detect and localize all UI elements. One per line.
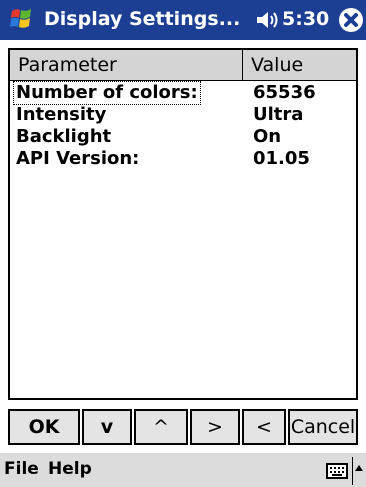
table-row[interactable]: API Version: 01.05 bbox=[10, 148, 356, 170]
title-bar: Display Settings... 5:30 bbox=[0, 0, 366, 40]
close-circle-icon[interactable] bbox=[338, 7, 364, 33]
prev-button[interactable]: < bbox=[242, 409, 286, 445]
up-button[interactable]: ^ bbox=[134, 409, 188, 445]
button-bar: OK v ^ > < Cancel bbox=[8, 409, 358, 449]
parameter-cell: API Version: bbox=[16, 148, 140, 169]
clock[interactable]: 5:30 bbox=[282, 8, 329, 30]
parameter-cell: Number of colors: bbox=[13, 81, 201, 105]
speaker-icon[interactable] bbox=[255, 9, 279, 31]
parameter-cell: Intensity bbox=[16, 104, 107, 125]
table-header: Parameter Value bbox=[10, 50, 356, 81]
value-cell: 65536 bbox=[253, 82, 316, 103]
next-button[interactable]: > bbox=[190, 409, 240, 445]
keyboard-icon[interactable] bbox=[326, 462, 348, 480]
chevron-up-icon[interactable] bbox=[354, 463, 364, 473]
sip-divider bbox=[352, 457, 353, 485]
menu-bar: File Help bbox=[0, 451, 366, 487]
value-cell: Ultra bbox=[253, 104, 304, 125]
value-cell: On bbox=[253, 126, 282, 147]
value-cell: 01.05 bbox=[253, 148, 310, 169]
cancel-button[interactable]: Cancel bbox=[288, 409, 358, 445]
column-header-parameter[interactable]: Parameter bbox=[10, 50, 243, 80]
down-button[interactable]: v bbox=[82, 409, 132, 445]
settings-table[interactable]: Parameter Value Number of colors: 65536 … bbox=[8, 48, 358, 400]
windows-flag-icon[interactable] bbox=[7, 5, 36, 34]
menu-help[interactable]: Help bbox=[48, 459, 92, 479]
table-body: Number of colors: 65536 Intensity Ultra … bbox=[10, 81, 356, 170]
menu-file[interactable]: File bbox=[4, 459, 39, 479]
ok-button[interactable]: OK bbox=[8, 409, 80, 445]
window-title: Display Settings... bbox=[44, 8, 241, 30]
table-row[interactable]: Intensity Ultra bbox=[10, 104, 356, 126]
column-header-value[interactable]: Value bbox=[243, 50, 356, 80]
parameter-cell: Backlight bbox=[16, 126, 112, 147]
table-row[interactable]: Number of colors: 65536 bbox=[10, 81, 356, 105]
table-row[interactable]: Backlight On bbox=[10, 126, 356, 148]
